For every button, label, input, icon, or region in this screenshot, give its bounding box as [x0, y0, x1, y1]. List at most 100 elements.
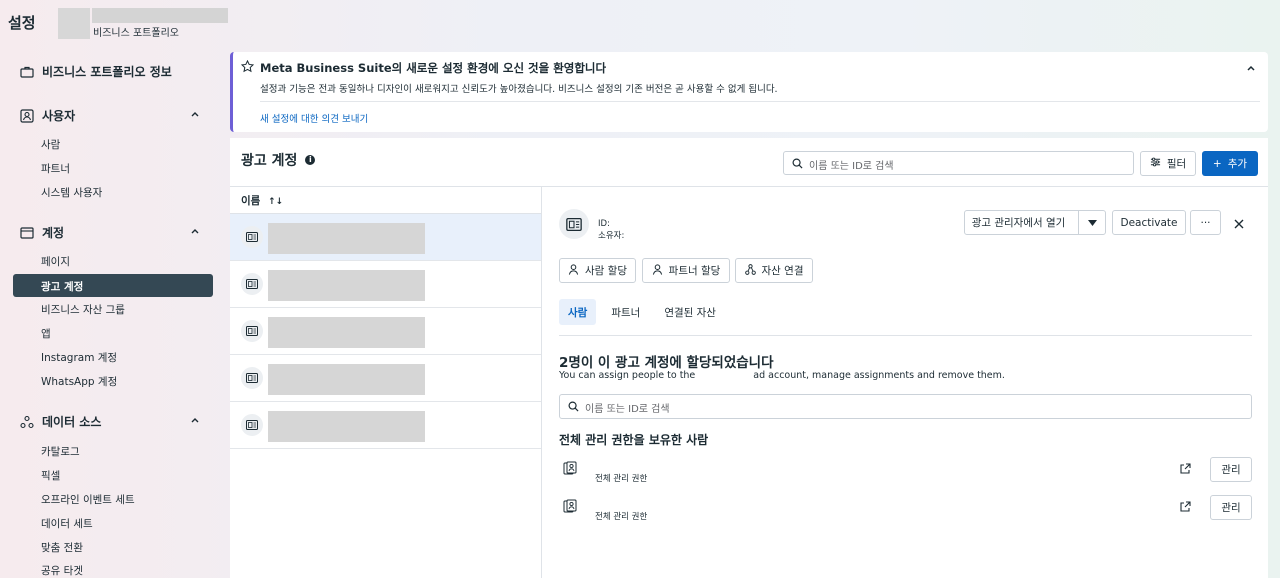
sidebar-item-instagram[interactable]: Instagram 계정: [41, 350, 117, 365]
business-name-redacted: [92, 8, 228, 23]
sidebar-item-business-info[interactable]: 비즈니스 포트폴리오 정보: [20, 63, 172, 80]
top-bar: 설정 비즈니스 포트폴리오: [0, 0, 1280, 48]
sidebar-item-apps[interactable]: 앱: [41, 326, 51, 341]
list-item[interactable]: [230, 308, 541, 355]
sidebar-item-asset-groups[interactable]: 비즈니스 자산 그룹: [41, 302, 125, 317]
ad-account-icon: [241, 367, 263, 389]
briefcase-icon: [20, 65, 34, 79]
sidebar-item-datasets[interactable]: 데이터 세트: [41, 516, 93, 531]
redacted-account-name: [268, 411, 425, 442]
divider: [559, 335, 1252, 336]
open-ads-manager-button[interactable]: 광고 관리자에서 열기: [965, 215, 1072, 230]
search-icon: [792, 158, 803, 169]
assigned-title: 2명이 이 광고 계정에 할당되었습니다: [559, 355, 774, 371]
sliders-icon: [1150, 157, 1161, 170]
external-link-icon[interactable]: [1179, 463, 1191, 475]
list-item[interactable]: [230, 402, 541, 449]
sidebar-item-partners[interactable]: 파트너: [41, 161, 70, 176]
sidebar-section-data-sources[interactable]: 데이터 소스: [20, 413, 200, 430]
people-search-input[interactable]: 이름 또는 ID로 검색: [559, 394, 1252, 419]
user-card-icon: [20, 108, 34, 123]
assign-partner-button[interactable]: 파트너 할당: [642, 258, 730, 283]
data-nodes-icon: [20, 415, 34, 429]
scrollbar[interactable]: [1269, 52, 1275, 578]
list-item[interactable]: [230, 355, 541, 402]
nodes-icon: [744, 263, 756, 278]
caret-down-icon[interactable]: [1078, 211, 1105, 234]
person-avatar-icon: [559, 457, 581, 479]
chevron-up-icon[interactable]: [190, 108, 200, 118]
chevron-up-icon[interactable]: [190, 414, 200, 424]
manage-button[interactable]: 관리: [1210, 495, 1252, 520]
ad-account-detail: ID: 소유자: 광고 관리자에서 열기 Deactivate ··· 사람 할…: [541, 186, 1268, 578]
sidebar-item-system-users[interactable]: 시스템 사용자: [41, 185, 102, 200]
column-header-name[interactable]: 이름 ↑↓: [241, 193, 283, 208]
ad-account-list: 이름 ↑↓: [230, 186, 541, 578]
feedback-link[interactable]: 새 설정에 대한 의견 보내기: [260, 111, 368, 125]
ad-accounts-panel: 광고 계정 i 이름 또는 ID로 검색 필터 + 추가 이름 ↑↓ ID: 소…: [230, 138, 1268, 578]
full-control-title: 전체 관리 권한을 보유한 사람: [559, 433, 709, 447]
sidebar-item-pixels[interactable]: 픽셀: [41, 468, 60, 483]
more-options-button[interactable]: ···: [1190, 210, 1221, 235]
open-ads-manager-split-button: 광고 관리자에서 열기: [964, 210, 1106, 235]
external-link-icon[interactable]: [1179, 501, 1191, 513]
info-icon[interactable]: i: [305, 155, 316, 165]
folder-icon: [20, 226, 34, 240]
person-icon: [568, 263, 579, 278]
star-icon: [240, 59, 255, 73]
sidebar-item-shared-audiences[interactable]: 공유 타겟: [41, 563, 83, 578]
list-item[interactable]: [230, 261, 541, 308]
person-role: 전체 관리 권한: [595, 474, 648, 484]
sidebar-item-people[interactable]: 사람: [41, 137, 60, 152]
business-avatar[interactable]: [58, 8, 90, 39]
assign-people-button[interactable]: 사람 할당: [559, 258, 636, 283]
filter-button[interactable]: 필터: [1140, 151, 1196, 176]
welcome-banner: Meta Business Suite의 새로운 설정 환경에 오신 것을 환영…: [230, 52, 1268, 132]
sidebar-item-ad-accounts[interactable]: 광고 계정: [13, 274, 213, 297]
redacted-account-name: [268, 223, 425, 254]
sidebar-item-custom-conversions[interactable]: 맞춤 전환: [41, 540, 83, 555]
sidebar-item-offline-events[interactable]: 오프라인 이벤트 세트: [41, 492, 135, 507]
tab-people[interactable]: 사람: [559, 299, 597, 325]
connect-assets-button[interactable]: 자산 연결: [735, 258, 813, 283]
sidebar-section-users[interactable]: 사용자: [20, 107, 200, 124]
person-avatar-icon: [559, 495, 581, 517]
divider: [260, 101, 1260, 102]
sidebar-item-catalog[interactable]: 카탈로그: [41, 444, 80, 459]
assigned-subtitle: You can assign people to the ad account, …: [559, 370, 1005, 381]
sidebar-item-whatsapp[interactable]: WhatsApp 계정: [41, 374, 117, 389]
banner-title: Meta Business Suite의 새로운 설정 환경에 오신 것을 환영…: [260, 61, 607, 75]
deactivate-button[interactable]: Deactivate: [1112, 210, 1186, 235]
ad-account-icon: [241, 273, 263, 295]
banner-description: 설정과 기능은 전과 동일하나 디자인이 새로워지고 신뢰도가 높아졌습니다. …: [260, 84, 778, 95]
ad-account-icon: [241, 226, 263, 248]
chevron-up-icon[interactable]: [190, 225, 200, 235]
tab-partners[interactable]: 파트너: [602, 299, 649, 325]
account-meta: ID: 소유자:: [598, 219, 625, 241]
chevron-up-icon[interactable]: [1246, 62, 1256, 72]
redacted-account-name: [268, 317, 425, 348]
sidebar-section-accounts[interactable]: 계정: [20, 224, 200, 241]
add-button[interactable]: + 추가: [1202, 151, 1258, 176]
tab-connected-assets[interactable]: 연결된 자산: [655, 299, 725, 325]
sort-icon[interactable]: ↑↓: [268, 197, 283, 207]
ad-account-icon: [241, 320, 263, 342]
plus-icon: +: [1212, 157, 1222, 170]
person-role: 전체 관리 권한: [595, 512, 648, 522]
list-item[interactable]: [230, 214, 541, 261]
redacted-account-name: [268, 364, 425, 395]
ad-account-icon: [241, 414, 263, 436]
person-icon: [652, 263, 663, 278]
section-title: 광고 계정 i: [241, 150, 316, 170]
ad-account-icon: [559, 209, 589, 239]
redacted-account-name: [268, 270, 425, 301]
manage-button[interactable]: 관리: [1210, 457, 1252, 482]
sidebar: 비즈니스 포트폴리오 정보 사용자 사람 파트너 시스템 사용자 계정 페이지 …: [0, 48, 228, 578]
page-title: 설정: [8, 14, 36, 32]
portfolio-label: 비즈니스 포트폴리오: [93, 28, 179, 39]
search-input[interactable]: 이름 또는 ID로 검색: [783, 151, 1134, 175]
detail-tabs: 사람 파트너 연결된 자산: [559, 299, 725, 325]
sidebar-item-pages[interactable]: 페이지: [41, 254, 70, 269]
search-icon: [568, 401, 579, 412]
close-icon[interactable]: [1234, 218, 1244, 229]
